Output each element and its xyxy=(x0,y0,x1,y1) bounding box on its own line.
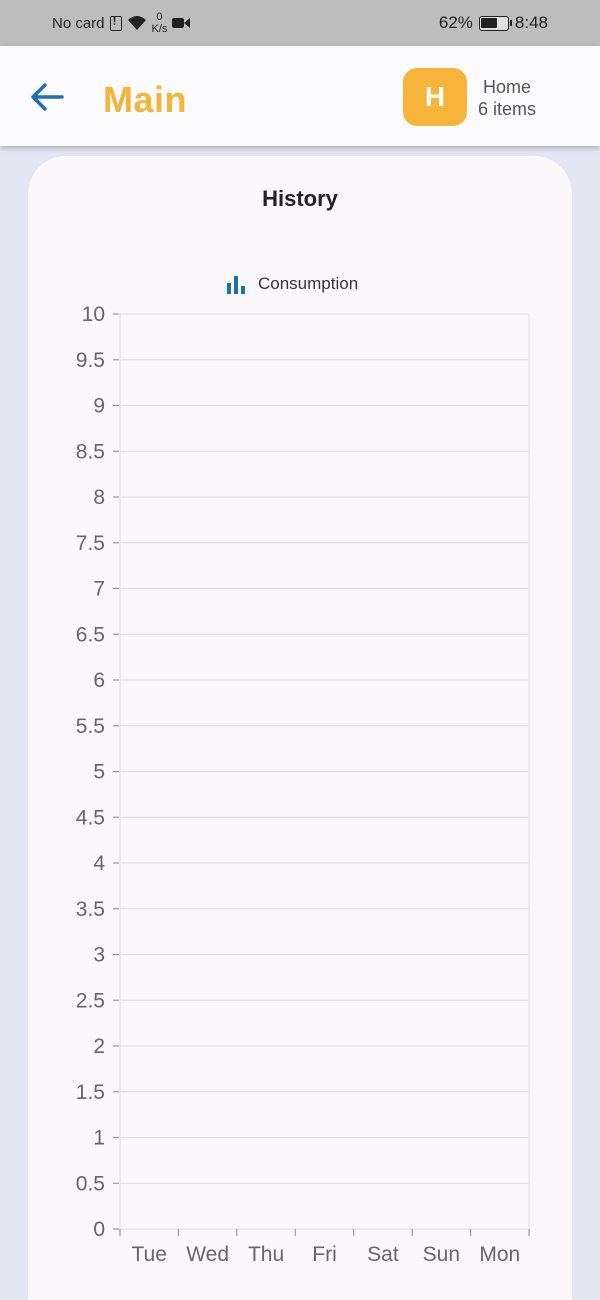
video-camera-icon xyxy=(172,18,191,28)
status-right: 62% 8:48 xyxy=(439,0,548,46)
history-chart: 0 0.5 1 1.5 2 2.5 3 3.5 4 4.5 5 5.5 6 6.5 7 7.5 8 8.5 9 9.5… xyxy=(76,303,530,1266)
home-info[interactable]: Home 6 items xyxy=(478,76,536,120)
y-tick-label: 5.5 xyxy=(76,715,105,738)
page-title: Main xyxy=(103,79,188,120)
y-tick-label: 3 xyxy=(93,944,105,967)
wifi-icon xyxy=(127,16,146,30)
y-tick-label: 5 xyxy=(93,761,105,784)
y-tick-label: 1.5 xyxy=(76,1081,105,1104)
net-speed: 0 K/s xyxy=(151,11,168,35)
y-tick-label: 8 xyxy=(93,486,105,509)
y-tick-label: 2 xyxy=(93,1035,105,1058)
x-tick-label: Wed xyxy=(186,1243,229,1266)
y-tick-label: 7 xyxy=(93,578,105,601)
y-tick-label: 10 xyxy=(82,303,105,326)
home-name: Home xyxy=(483,77,532,97)
x-tick-label: Fri xyxy=(312,1243,337,1266)
y-tick-label: 9 xyxy=(93,395,105,418)
sim-alert-icon xyxy=(109,14,122,31)
status-bar: No card 0 K/s 62% 8:48 xyxy=(0,0,600,46)
y-tick-label: 2.5 xyxy=(76,989,105,1012)
clock: 8:48 xyxy=(514,13,548,32)
y-tick-label: 1 xyxy=(93,1127,105,1150)
x-tick-label: Tue xyxy=(132,1243,167,1266)
x-tick-label: Mon xyxy=(479,1243,520,1266)
y-tick-label: 4 xyxy=(93,852,105,875)
history-card: History Consumption 0 0.5 1 1.5 2 2.5 3 3.5 4 4.5… xyxy=(28,156,572,1300)
y-tick-label: 3.5 xyxy=(76,898,105,921)
battery-icon xyxy=(478,15,512,31)
x-tick-label: Sun xyxy=(423,1243,460,1266)
battery-percent: 62% xyxy=(438,13,473,32)
y-tick-label: 0.5 xyxy=(76,1172,105,1195)
status-left: No card 0 K/s xyxy=(52,0,191,46)
y-tick-label: 6.5 xyxy=(76,623,105,646)
back-arrow-icon[interactable] xyxy=(28,82,66,112)
y-tick-label: 8.5 xyxy=(76,440,105,463)
y-tick-label: 7.5 xyxy=(76,532,105,555)
home-avatar[interactable]: H xyxy=(403,68,467,126)
home-item-count: 6 items xyxy=(478,99,537,119)
y-tick-label: 9.5 xyxy=(76,349,105,372)
y-tick-label: 0 xyxy=(93,1218,105,1241)
x-tick-label: Sat xyxy=(367,1243,399,1266)
x-tick-label: Thu xyxy=(248,1243,284,1266)
y-tick-label: 4.5 xyxy=(76,806,105,829)
app-bar: Main H Home 6 items xyxy=(0,46,600,146)
y-tick-label: 6 xyxy=(93,669,105,692)
carrier-text: No card xyxy=(52,14,105,32)
